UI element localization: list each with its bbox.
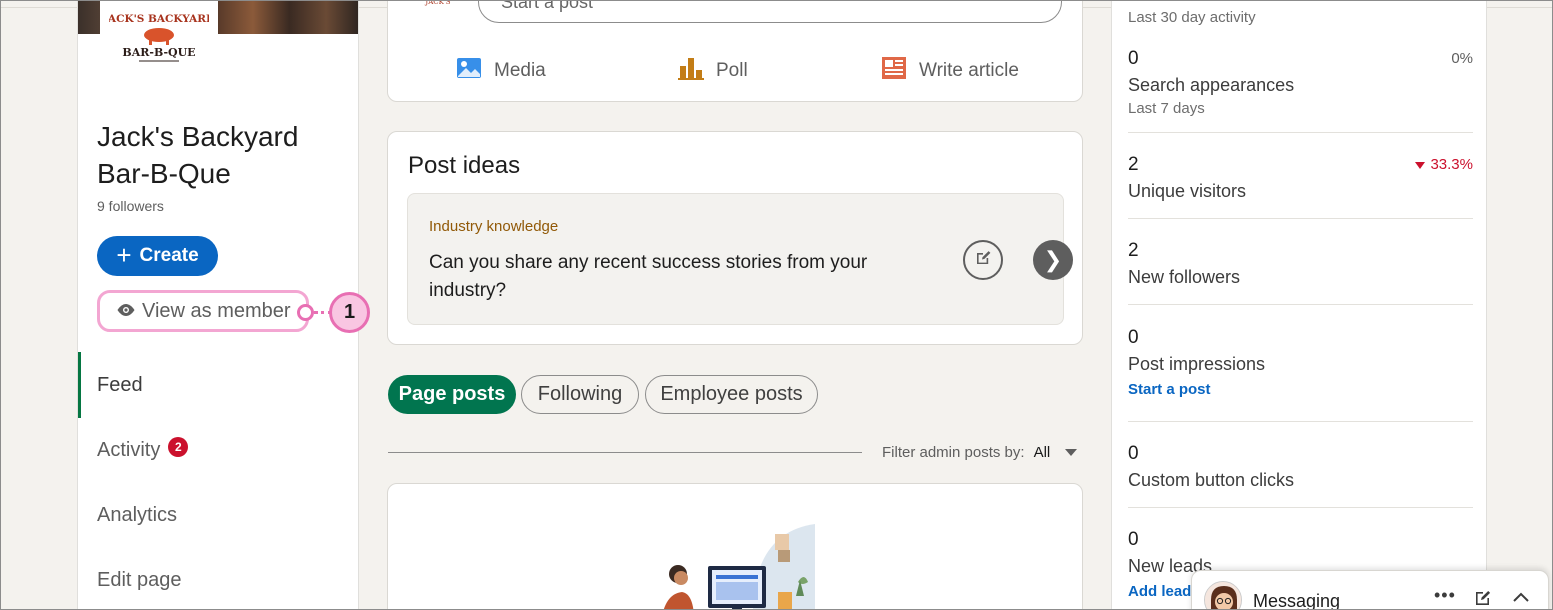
media-label: Media: [494, 60, 546, 81]
stat-label: New followers: [1128, 267, 1241, 287]
divider: [1128, 218, 1473, 219]
stat-value: 2: [1128, 240, 1139, 261]
stat-value: 0: [1128, 529, 1139, 550]
divider: [1128, 132, 1473, 133]
svg-text:BAR-B-QUE: BAR-B-QUE: [122, 46, 195, 59]
divider: [1128, 304, 1473, 305]
messaging-title: Messaging: [1253, 591, 1341, 610]
nav-item-label: Activity: [97, 438, 161, 461]
create-button[interactable]: + Create: [97, 236, 218, 276]
messaging-bar[interactable]: Messaging •••: [1191, 570, 1549, 610]
empty-state-illustration: [663, 524, 815, 610]
tab-employee-posts[interactable]: Employee posts: [645, 375, 818, 414]
notification-badge: 2: [168, 437, 189, 457]
chevron-up-icon[interactable]: [1512, 589, 1530, 610]
create-button-label: Create: [139, 245, 199, 266]
start-a-post-link[interactable]: Start a post: [1128, 381, 1473, 398]
avatar: [1204, 581, 1242, 610]
nav-item-activity[interactable]: Activity 2: [78, 417, 358, 483]
filter-value: All: [1033, 444, 1051, 461]
divider: [1128, 421, 1473, 422]
stat-change-value: 33.3%: [1430, 156, 1473, 173]
write-article-button[interactable]: Write article: [881, 53, 1019, 89]
activity-period: Last 30 day activity: [1128, 9, 1256, 26]
plus-icon: +: [116, 239, 132, 270]
start-post-input[interactable]: Start a post: [478, 0, 1062, 23]
stat-post-impressions[interactable]: 0 Post impressions Start a post: [1128, 327, 1473, 398]
annotation-marker: 1: [329, 292, 370, 333]
compose-card: JACK'S Start a post Media Poll Write art…: [387, 0, 1083, 102]
nav-item-analytics[interactable]: Analytics: [78, 482, 358, 548]
divider: [1128, 507, 1473, 508]
nav-item-feed[interactable]: Feed: [78, 352, 358, 418]
filter-label: Filter admin posts by:: [882, 444, 1025, 461]
svg-text:JACK'S: JACK'S: [424, 0, 450, 6]
svg-text:JACK'S BACKYARD: JACK'S BACKYARD: [109, 13, 209, 25]
follower-count: 9 followers: [97, 198, 164, 214]
post-ideas-title: Post ideas: [408, 152, 521, 179]
more-options-icon[interactable]: •••: [1434, 585, 1456, 606]
idea-text: Can you share any recent success stories…: [429, 252, 868, 301]
media-icon: [456, 56, 482, 86]
annotation-anchor-dot: [297, 304, 314, 321]
company-sidebar: JACK'S BACKYARD BAR-B-QUE Jack's Backyar…: [77, 0, 359, 610]
stat-label: Search appearances: [1128, 75, 1295, 95]
stat-value: 0: [1128, 443, 1139, 464]
stat-label: Custom button clicks: [1128, 470, 1295, 490]
compose-message-icon[interactable]: [1474, 589, 1492, 610]
edit-icon: [974, 249, 992, 272]
stat-search-appearances[interactable]: 0 Search appearances Last 7 days 0%: [1128, 48, 1473, 117]
next-idea-button[interactable]: ❯: [1033, 240, 1073, 280]
nav-item-label: Edit page: [97, 568, 182, 591]
company-logo: JACK'S BACKYARD BAR-B-QUE: [100, 0, 218, 72]
posts-empty-state-card: [387, 483, 1083, 610]
article-icon: [881, 56, 907, 86]
stat-value: 0: [1128, 327, 1139, 348]
down-triangle-icon: [1415, 161, 1426, 169]
stat-new-followers[interactable]: 2 New followers: [1128, 240, 1473, 288]
idea-category: Industry knowledge: [429, 218, 559, 235]
stat-change: 33.3%: [1415, 156, 1473, 173]
page-avatar: JACK'S: [418, 0, 458, 9]
nav-item-label: Feed: [97, 373, 143, 396]
company-name: Jack's Backyard Bar-B-Que: [97, 121, 299, 189]
poll-button[interactable]: Poll: [678, 53, 748, 89]
stat-custom-button-clicks[interactable]: 0 Custom button clicks: [1128, 443, 1473, 491]
stat-label: Unique visitors: [1128, 181, 1247, 201]
view-as-member-button[interactable]: View as member: [97, 290, 309, 332]
stat-label: Post impressions: [1128, 354, 1266, 374]
filter-admin-posts-dropdown[interactable]: Filter admin posts by: All: [882, 444, 1078, 461]
compose-idea-button[interactable]: [963, 240, 1003, 280]
poll-icon: [678, 56, 704, 86]
tab-page-posts[interactable]: Page posts: [388, 375, 516, 414]
view-as-member-label: View as member: [142, 299, 291, 322]
poll-label: Poll: [716, 60, 748, 81]
post-ideas-card: Post ideas Industry knowledge Can you sh…: [387, 131, 1083, 345]
post-idea: Industry knowledge Can you share any rec…: [407, 193, 1073, 325]
chevron-right-icon: ❯: [1043, 247, 1063, 272]
caret-down-icon: [1065, 449, 1078, 456]
stat-change: 0%: [1451, 50, 1473, 67]
eye-icon: [116, 300, 136, 323]
start-post-placeholder: Start a post: [501, 0, 594, 12]
stat-unique-visitors[interactable]: 2 Unique visitors 33.3%: [1128, 154, 1473, 202]
nav-item-label: Analytics: [97, 503, 178, 526]
divider: [388, 452, 862, 453]
tab-following[interactable]: Following: [521, 375, 639, 414]
stat-value: 0: [1128, 48, 1139, 69]
nav-item-edit-page[interactable]: Edit page: [78, 547, 358, 610]
stat-period: Last 7 days: [1128, 100, 1205, 117]
media-button[interactable]: Media: [456, 53, 546, 89]
write-article-label: Write article: [919, 60, 1019, 81]
analytics-card: Last 30 day activity 0 Search appearance…: [1111, 0, 1487, 610]
